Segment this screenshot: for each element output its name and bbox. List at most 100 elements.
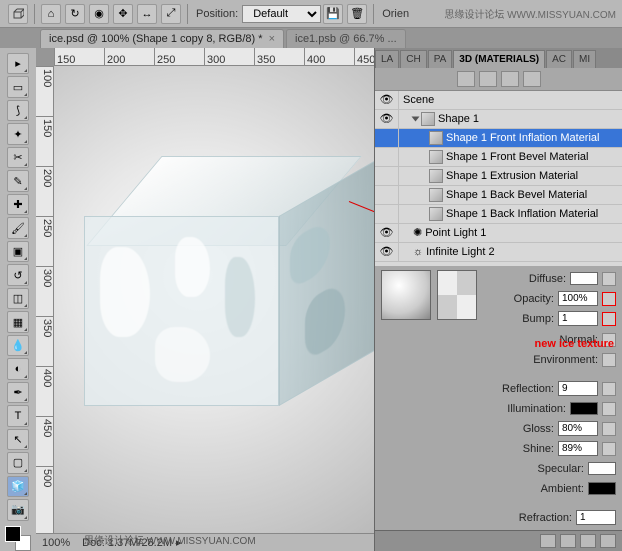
eye-icon[interactable]: 👁 bbox=[375, 243, 399, 261]
dodge-tool[interactable]: ◐ bbox=[7, 358, 29, 379]
reflection-texture-btn[interactable] bbox=[602, 382, 616, 396]
bump-label: Bump: bbox=[484, 313, 554, 325]
zoom-level[interactable]: 100% bbox=[42, 537, 70, 549]
tree-material-row[interactable]: Shape 1 Front Inflation Material bbox=[375, 129, 622, 148]
tree-material-row[interactable]: Shape 1 Back Bevel Material bbox=[375, 186, 622, 205]
pan-icon[interactable]: ✥ bbox=[113, 4, 133, 24]
stamp-tool[interactable]: ▣ bbox=[7, 241, 29, 262]
filter-mesh-icon[interactable] bbox=[479, 71, 497, 87]
gloss-input[interactable] bbox=[558, 421, 598, 436]
refraction-input[interactable] bbox=[576, 510, 616, 525]
gloss-label: Gloss: bbox=[484, 423, 554, 435]
pen-tool[interactable]: ✒ bbox=[7, 382, 29, 403]
tab-paths[interactable]: PA bbox=[428, 50, 453, 68]
tab-mini[interactable]: MI bbox=[573, 50, 596, 68]
3d-camera-tool[interactable]: 📷 bbox=[7, 499, 29, 520]
crop-tool[interactable]: ✂ bbox=[7, 147, 29, 168]
opacity-input[interactable] bbox=[558, 291, 598, 306]
gloss-texture-btn[interactable] bbox=[602, 422, 616, 436]
brush-tool[interactable]: 🖌 bbox=[7, 217, 29, 238]
3d-panel: LA CH PA 3D (MATERIALS) AC MI 👁Scene 👁Sh… bbox=[374, 48, 622, 551]
eye-icon[interactable]: 👁 bbox=[375, 224, 399, 242]
bump-texture-btn[interactable] bbox=[602, 312, 616, 326]
illumination-texture-btn[interactable] bbox=[602, 402, 616, 416]
3d-tool-icon[interactable] bbox=[8, 4, 28, 24]
tree-light-row[interactable]: 👁☼Infinite Light 2 bbox=[375, 243, 622, 262]
opacity-label: Opacity: bbox=[484, 293, 554, 305]
canvas-area: 150200250300350400450500550 100150200250… bbox=[36, 48, 374, 551]
eye-icon[interactable]: 👁 bbox=[375, 110, 399, 128]
filter-material-icon[interactable] bbox=[501, 71, 519, 87]
filter-light-icon[interactable] bbox=[523, 71, 541, 87]
material-presets[interactable] bbox=[437, 270, 477, 320]
blur-tool[interactable]: 💧 bbox=[7, 335, 29, 356]
tree-material-row[interactable]: Shape 1 Extrusion Material bbox=[375, 167, 622, 186]
shine-texture-btn[interactable] bbox=[602, 442, 616, 456]
illumination-swatch[interactable] bbox=[570, 402, 598, 415]
specular-label: Specular: bbox=[514, 463, 584, 475]
reflection-input[interactable] bbox=[558, 381, 598, 396]
trash-icon[interactable] bbox=[600, 534, 616, 548]
material-icon bbox=[429, 169, 443, 183]
doc-tab-inactive[interactable]: ice1.psb @ 66.7% ... bbox=[286, 29, 406, 48]
refraction-label: Refraction: bbox=[502, 512, 572, 524]
environment-label: Environment: bbox=[528, 354, 598, 366]
specular-swatch[interactable] bbox=[588, 462, 616, 475]
tree-scene-root[interactable]: 👁Scene bbox=[375, 91, 622, 110]
position-label: Position: bbox=[196, 8, 238, 20]
shine-input[interactable] bbox=[558, 441, 598, 456]
mesh-icon bbox=[421, 112, 435, 126]
eye-icon[interactable]: 👁 bbox=[375, 91, 399, 109]
type-tool[interactable]: T bbox=[7, 405, 29, 426]
light-toggle-icon[interactable] bbox=[560, 534, 576, 548]
lasso-tool[interactable]: ⟆ bbox=[7, 100, 29, 121]
path-tool[interactable]: ↖ bbox=[7, 429, 29, 450]
3d-rotate-tool[interactable]: 🧊 bbox=[7, 476, 29, 497]
filter-scene-icon[interactable] bbox=[457, 71, 475, 87]
canvas[interactable] bbox=[54, 66, 374, 533]
opacity-texture-btn[interactable] bbox=[602, 292, 616, 306]
color-swatches[interactable] bbox=[5, 526, 31, 551]
move-tool[interactable]: ▸ bbox=[7, 53, 29, 74]
tab-channels[interactable]: CH bbox=[400, 50, 426, 68]
diffuse-swatch[interactable] bbox=[570, 272, 598, 285]
tab-actions[interactable]: AC bbox=[546, 50, 572, 68]
diffuse-texture-btn[interactable] bbox=[602, 272, 616, 286]
doc-tab-active[interactable]: ice.psd @ 100% (Shape 1 copy 8, RGB/8) *… bbox=[40, 29, 284, 48]
tree-material-row[interactable]: Shape 1 Front Bevel Material bbox=[375, 148, 622, 167]
tree-material-row[interactable]: Shape 1 Back Inflation Material bbox=[375, 205, 622, 224]
disclosure-icon[interactable] bbox=[412, 116, 420, 121]
eyedropper-tool[interactable]: ✎ bbox=[7, 170, 29, 191]
bump-input[interactable] bbox=[558, 311, 598, 326]
environment-texture-btn[interactable] bbox=[602, 353, 616, 367]
ambient-swatch[interactable] bbox=[588, 482, 616, 495]
gradient-tool[interactable]: ▦ bbox=[7, 311, 29, 332]
panel-tabs: LA CH PA 3D (MATERIALS) AC MI bbox=[375, 48, 622, 68]
close-icon[interactable]: × bbox=[269, 33, 275, 45]
illumination-label: Illumination: bbox=[496, 403, 566, 415]
roll-icon[interactable]: ◉ bbox=[89, 4, 109, 24]
render-settings-icon[interactable] bbox=[540, 534, 556, 548]
tree-light-row[interactable]: 👁✺Point Light 1 bbox=[375, 224, 622, 243]
wand-tool[interactable]: ✦ bbox=[7, 123, 29, 144]
save-view-icon[interactable]: 💾 bbox=[323, 4, 343, 24]
eraser-tool[interactable]: ◫ bbox=[7, 288, 29, 309]
reflection-label: Reflection: bbox=[484, 383, 554, 395]
rotate-icon[interactable]: ↻ bbox=[65, 4, 85, 24]
diffuse-label: Diffuse: bbox=[496, 273, 566, 285]
marquee-tool[interactable]: ▭ bbox=[7, 76, 29, 97]
position-select[interactable]: Default bbox=[242, 5, 321, 23]
history-brush-tool[interactable]: ↺ bbox=[7, 264, 29, 285]
healing-tool[interactable]: ✚ bbox=[7, 194, 29, 215]
home-icon[interactable]: ⌂ bbox=[41, 4, 61, 24]
shape-tool[interactable]: ▢ bbox=[7, 452, 29, 473]
scale-icon[interactable]: ⤢ bbox=[161, 4, 181, 24]
material-preview[interactable] bbox=[381, 270, 431, 320]
new-icon[interactable] bbox=[580, 534, 596, 548]
material-icon bbox=[429, 150, 443, 164]
tab-3d-materials[interactable]: 3D (MATERIALS) bbox=[453, 50, 545, 68]
tree-shape[interactable]: 👁Shape 1 bbox=[375, 110, 622, 129]
slide-icon[interactable]: ↔ bbox=[137, 4, 157, 24]
tab-layers[interactable]: LA bbox=[375, 50, 399, 68]
delete-view-icon[interactable]: 🗑 bbox=[347, 4, 367, 24]
